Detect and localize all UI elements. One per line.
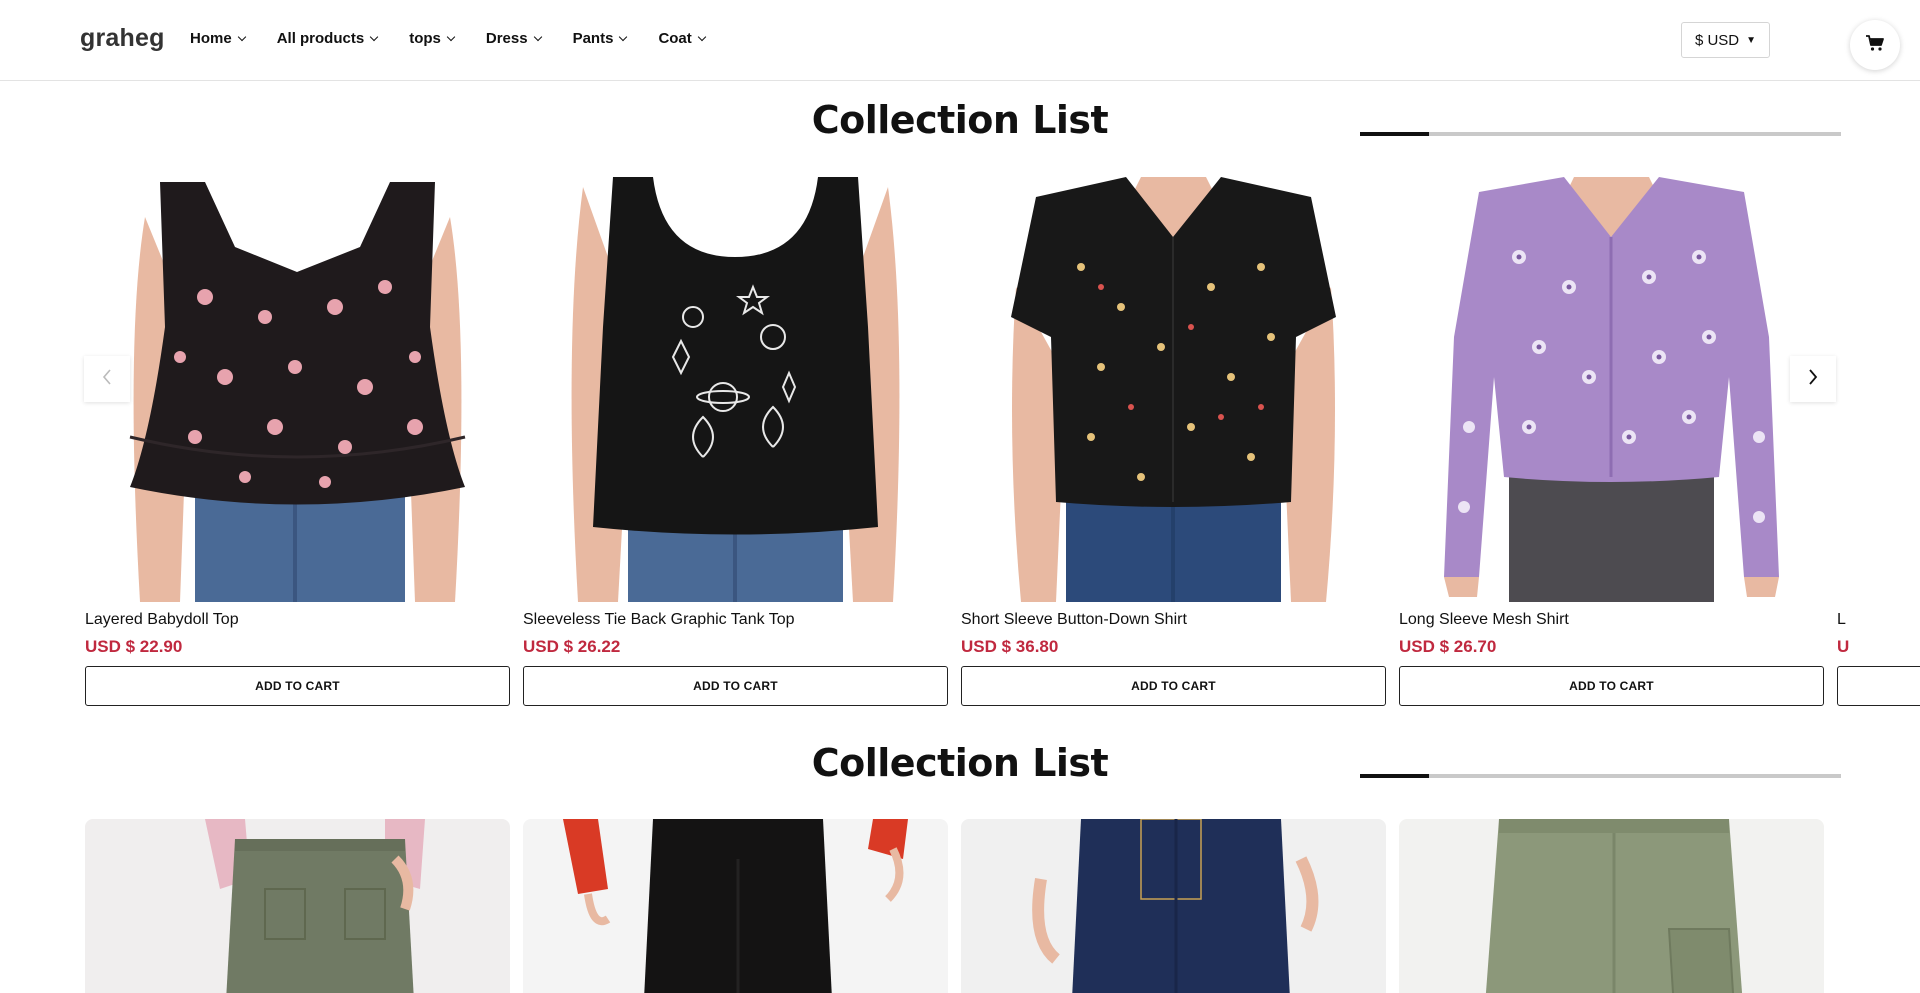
product-card[interactable]: L U bbox=[1837, 177, 1920, 707]
slider-progress-fill bbox=[1360, 132, 1430, 136]
add-to-cart-button[interactable]: ADD TO CART bbox=[85, 666, 510, 706]
product-image[interactable] bbox=[961, 819, 1386, 993]
chevron-right-icon bbox=[1806, 368, 1820, 391]
product-image[interactable] bbox=[523, 177, 948, 602]
product-name[interactable]: L bbox=[1837, 611, 1846, 629]
product-image[interactable] bbox=[961, 177, 1386, 602]
collection-section-2: Collection List bbox=[0, 720, 1920, 993]
product-price: USD $ 26.70 bbox=[1399, 637, 1497, 656]
product-image[interactable] bbox=[85, 819, 510, 993]
carousel-prev-button[interactable] bbox=[84, 356, 130, 402]
product-image[interactable] bbox=[85, 177, 510, 602]
section-title: Collection List bbox=[811, 741, 1109, 785]
product-price: USD $ 36.80 bbox=[961, 637, 1059, 656]
product-name[interactable]: Long Sleeve Mesh Shirt bbox=[1399, 611, 1569, 629]
chevron-left-icon bbox=[100, 368, 114, 391]
product-card[interactable]: Long Sleeve Mesh Shirt USD $ 26.70 ADD T… bbox=[1399, 177, 1824, 707]
product-card[interactable]: Layered Babydoll Top USD $ 22.90 ADD TO … bbox=[85, 177, 510, 707]
add-to-cart-button[interactable]: ADD TO CART bbox=[1399, 666, 1824, 706]
slider-progress bbox=[1360, 774, 1841, 778]
product-image[interactable] bbox=[1399, 819, 1824, 993]
product-price: USD $ 26.22 bbox=[523, 637, 621, 656]
product-price: USD $ 22.90 bbox=[85, 637, 183, 656]
carousel-next-button[interactable] bbox=[1790, 356, 1836, 402]
product-card[interactable]: Short Sleeve Button-Down Shirt USD $ 36.… bbox=[961, 177, 1386, 707]
product-price: U bbox=[1837, 637, 1850, 656]
collection-section-1: Collection List Layered Babydoll Top USD… bbox=[0, 0, 1920, 720]
product-card[interactable]: Sleeveless Tie Back Graphic Tank Top USD… bbox=[523, 177, 948, 707]
add-to-cart-button[interactable] bbox=[1837, 666, 1920, 706]
slider-progress bbox=[1360, 132, 1841, 136]
product-name[interactable]: Sleeveless Tie Back Graphic Tank Top bbox=[523, 611, 795, 629]
slider-progress-fill bbox=[1360, 774, 1430, 778]
product-image[interactable] bbox=[1399, 177, 1824, 602]
add-to-cart-button[interactable]: ADD TO CART bbox=[523, 666, 948, 706]
product-image[interactable] bbox=[523, 819, 948, 993]
product-name[interactable]: Short Sleeve Button-Down Shirt bbox=[961, 611, 1187, 629]
add-to-cart-button[interactable]: ADD TO CART bbox=[961, 666, 1386, 706]
product-name[interactable]: Layered Babydoll Top bbox=[85, 611, 239, 629]
